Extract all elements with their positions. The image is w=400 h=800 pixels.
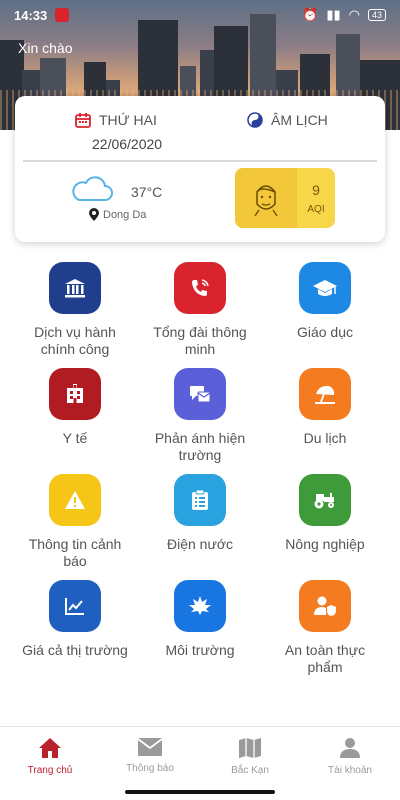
service-label: An toàn thực phẩm	[284, 642, 366, 675]
face-icon	[235, 168, 297, 228]
date-label: 22/06/2020	[92, 136, 163, 152]
tab-label: Tài khoản	[328, 765, 372, 776]
tab-label: Thông báo	[126, 763, 174, 774]
lunar-calendar-label: ÂM LỊCH	[271, 112, 328, 128]
date-weather-card: THỨ HAI 22/06/2020 ÂM LỊCH 37°C Dong Da	[15, 96, 385, 242]
lunar-calendar-link[interactable]: ÂM LỊCH	[247, 112, 328, 128]
service-label: Tổng đài thông minh	[153, 324, 247, 357]
weekday-label: THỨ HAI	[99, 112, 157, 128]
tab-label: Trang chủ	[27, 765, 73, 776]
mail-icon	[137, 738, 163, 756]
warning-icon	[49, 474, 101, 526]
home-indicator	[125, 790, 275, 794]
service-utilities[interactable]: Điện nước	[135, 474, 265, 553]
tractor-icon	[299, 474, 351, 526]
clipboard-icon	[174, 474, 226, 526]
beach-umbrella-icon	[299, 368, 351, 420]
yin-yang-icon	[247, 112, 263, 128]
service-market-prices[interactable]: Giá cả thị trường	[10, 580, 140, 659]
wifi-icon: ◠	[348, 7, 360, 22]
service-agriculture[interactable]: Nông nghiệp	[260, 474, 390, 553]
location-pin-icon	[89, 208, 99, 221]
service-tourism[interactable]: Du lịch	[260, 368, 390, 447]
service-food-safety[interactable]: An toàn thực phẩm	[260, 580, 390, 676]
service-label: Thông tin cảnh báo	[28, 536, 122, 569]
service-public-administration[interactable]: Dịch vụ hành chính công	[10, 262, 140, 358]
alarm-icon: ⏰	[302, 7, 319, 22]
user-icon	[340, 738, 360, 758]
service-education[interactable]: Giáo dục	[260, 262, 390, 341]
hospital-icon	[49, 368, 101, 420]
signal-icon: ▮▮	[326, 7, 341, 22]
user-shield-icon	[299, 580, 351, 632]
service-warning-info[interactable]: Thông tin cảnh báo	[10, 474, 140, 570]
service-label: Y tế	[62, 430, 88, 446]
map-icon	[239, 738, 261, 758]
cloud-weather-icon	[72, 176, 113, 201]
service-label: Giá cả thị trường	[22, 642, 128, 658]
service-label: Du lịch	[303, 430, 347, 446]
service-label: Giáo dục	[296, 324, 354, 340]
service-smart-hotline[interactable]: Tổng đài thông minh	[135, 262, 265, 358]
bottom-navigation: Trang chủ Thông báo Bắc Kạn Tài khoản	[0, 726, 400, 800]
status-time: 14:33	[14, 7, 48, 23]
weekday-row[interactable]: THỨ HAI	[75, 112, 157, 128]
leaf-icon	[174, 580, 226, 632]
temperature-label: 37°C	[131, 184, 163, 200]
card-divider	[23, 160, 377, 162]
service-label: Điện nước	[166, 536, 234, 552]
service-environment[interactable]: Môi trường	[135, 580, 265, 659]
location-row: Dong Da	[89, 208, 146, 221]
battery-icon: 43	[367, 9, 386, 21]
service-label: Nông nghiệp	[285, 536, 365, 552]
graduation-cap-icon	[299, 262, 351, 314]
tab-label: Bắc Kạn	[231, 765, 269, 776]
home-icon	[39, 738, 61, 758]
service-label: Dịch vụ hành chính công	[34, 324, 116, 357]
status-bar: 14:33 ⏰ ▮▮ ◠ 43	[0, 0, 400, 30]
service-label: Phản ánh hiện trường	[154, 430, 246, 463]
calendar-icon	[75, 113, 91, 128]
feedback-icon	[174, 368, 226, 420]
phone-ringing-icon	[174, 262, 226, 314]
tab-account[interactable]: Tài khoản	[300, 727, 400, 800]
app-notification-icon	[55, 8, 70, 22]
aqi-label: AQI	[307, 203, 325, 215]
tab-home[interactable]: Trang chủ	[0, 727, 100, 800]
location-label: Dong Da	[103, 208, 147, 221]
greeting-text: Xin chào	[18, 40, 73, 56]
government-building-icon	[49, 262, 101, 314]
service-field-feedback[interactable]: Phản ánh hiện trường	[135, 368, 265, 464]
aqi-widget[interactable]: 9 AQI	[235, 168, 335, 228]
aqi-value: 9	[312, 181, 320, 198]
line-chart-icon	[49, 580, 101, 632]
service-health[interactable]: Y tế	[10, 368, 140, 447]
service-label: Môi trường	[165, 642, 235, 658]
